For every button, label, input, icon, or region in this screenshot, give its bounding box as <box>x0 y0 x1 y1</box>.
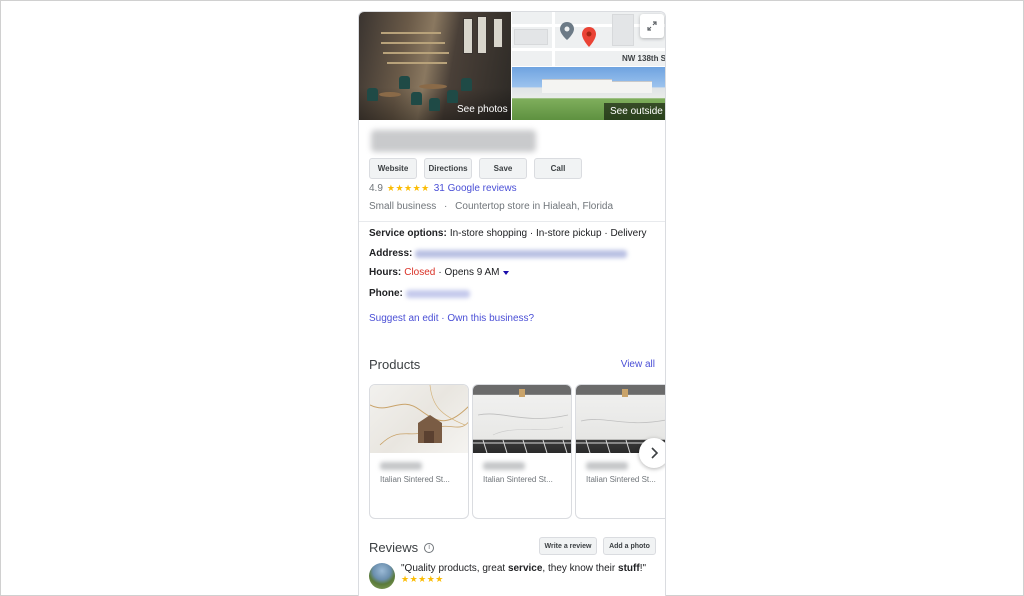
map-street-label: NW 138th S <box>622 54 666 63</box>
interior-photo[interactable]: See photos <box>359 12 511 120</box>
see-photos-label[interactable]: See photos <box>451 101 511 118</box>
map-thumbnail[interactable]: NW 138th S <box>512 12 666 66</box>
product-card[interactable]: Italian Sintered St... <box>369 384 469 519</box>
reviews-link[interactable]: 31 Google reviews <box>434 183 517 194</box>
review-text-bold: service <box>507 563 543 574</box>
avatar[interactable] <box>369 563 395 589</box>
carousel-next-button[interactable] <box>639 438 665 468</box>
edit-links: Suggest an edit · Own this business? <box>369 313 534 324</box>
map-road <box>552 12 555 66</box>
product-subtitle: Italian Sintered St... <box>380 475 450 484</box>
action-buttons: Website Directions Save Call <box>369 158 582 179</box>
map-road <box>512 48 665 51</box>
building-shape <box>542 79 612 93</box>
service-options-row: Service options: In-store shopping · In-… <box>369 228 647 239</box>
review-text-part: , they know their <box>542 563 619 574</box>
product-image <box>370 385 468 453</box>
category-type: Small business <box>369 201 437 212</box>
directions-button[interactable]: Directions <box>424 158 472 179</box>
service-options-label: Service options: <box>369 228 447 239</box>
phone-row: Phone: <box>369 288 470 299</box>
rating-row: 4.9 ★★★★★ 31 Google reviews <box>369 183 517 194</box>
hours-status: Closed <box>404 267 436 278</box>
review-snippet: "Quality products, great service, they k… <box>369 563 646 589</box>
review-text-part: !" <box>639 563 647 574</box>
hours-next-open[interactable]: · Opens 9 AM <box>438 267 499 278</box>
photo-header: See photos NW 138th S See outside <box>359 12 666 120</box>
table-shape <box>419 84 447 89</box>
business-category: Small business · Countertop store in Hia… <box>369 201 613 212</box>
see-outside-label[interactable]: See outside <box>604 103 665 120</box>
call-button[interactable]: Call <box>534 158 582 179</box>
category-separator: · <box>444 201 448 212</box>
chair-shape <box>429 98 440 111</box>
map-block <box>514 29 548 45</box>
chevron-right-icon <box>651 447 659 459</box>
shelf-shape <box>381 32 441 34</box>
view-all-link[interactable]: View all <box>621 359 655 370</box>
shelf-shape <box>387 62 447 64</box>
business-name-redacted <box>371 130 536 152</box>
category-desc: Countertop store in Hialeah, Florida <box>455 201 614 212</box>
product-name-redacted <box>380 462 422 470</box>
shelf-shape <box>383 52 449 54</box>
hours-label: Hours: <box>369 267 402 278</box>
info-icon[interactable]: i <box>424 542 435 553</box>
website-button[interactable]: Website <box>369 158 417 179</box>
phone-label: Phone: <box>369 288 403 299</box>
hours-row: Hours: Closed · Opens 9 AM <box>369 267 509 278</box>
expand-icon <box>647 21 657 31</box>
address-label: Address: <box>369 248 413 259</box>
chevron-down-icon[interactable] <box>502 270 509 275</box>
review-text-bold: stuff <box>618 563 640 574</box>
address-row: Address: <box>369 248 628 259</box>
chair-shape <box>399 76 410 89</box>
rating-value: 4.9 <box>369 183 383 194</box>
review-text-part: "Quality products, great <box>401 563 508 574</box>
product-subtitle: Italian Sintered St... <box>586 475 656 484</box>
add-photo-button[interactable]: Add a photo <box>603 537 656 555</box>
save-button[interactable]: Save <box>479 158 527 179</box>
window-shape <box>477 16 487 54</box>
map-marker-icon <box>582 27 596 47</box>
table-shape <box>379 92 401 97</box>
review-text: "Quality products, great service, they k… <box>401 563 646 574</box>
review-stars-icon: ★★★★★ <box>401 574 444 584</box>
marble-texture <box>370 385 468 446</box>
building-shape <box>612 81 652 93</box>
shelf-shape <box>381 42 445 44</box>
reviews-header: Reviews i <box>369 540 435 555</box>
reviews-title: Reviews <box>369 540 419 555</box>
window-shape <box>493 18 503 48</box>
map-block <box>612 14 634 46</box>
chair-shape <box>461 78 472 91</box>
location-pin-icon <box>560 22 574 40</box>
expand-map-button[interactable] <box>640 14 664 38</box>
outside-photo[interactable]: See outside <box>512 67 665 120</box>
chair-shape <box>367 88 378 101</box>
phone-value-redacted[interactable] <box>405 289 470 298</box>
chair-shape <box>411 92 422 105</box>
divider <box>359 221 665 222</box>
suggest-edit-link[interactable]: Suggest an edit <box>369 313 439 324</box>
window-shape <box>463 18 473 54</box>
address-value-redacted[interactable] <box>415 249 628 258</box>
rating-stars-icon: ★★★★★ <box>386 183 430 193</box>
product-image <box>473 385 571 453</box>
product-name-redacted <box>483 462 525 470</box>
write-review-button[interactable]: Write a review <box>539 537 597 555</box>
own-business-link[interactable]: Own this business? <box>447 313 534 324</box>
service-options-value: In-store shopping · In-store pickup · De… <box>449 228 647 239</box>
products-title: Products <box>369 357 421 372</box>
product-name-redacted <box>586 462 628 470</box>
products-carousel: Italian Sintered St... Italian Sintered … <box>369 384 665 519</box>
knowledge-panel: See photos NW 138th S See outside Websit… <box>358 11 666 596</box>
product-subtitle: Italian Sintered St... <box>483 475 553 484</box>
product-card[interactable]: Italian Sintered St... <box>472 384 572 519</box>
slab-texture <box>473 389 571 453</box>
